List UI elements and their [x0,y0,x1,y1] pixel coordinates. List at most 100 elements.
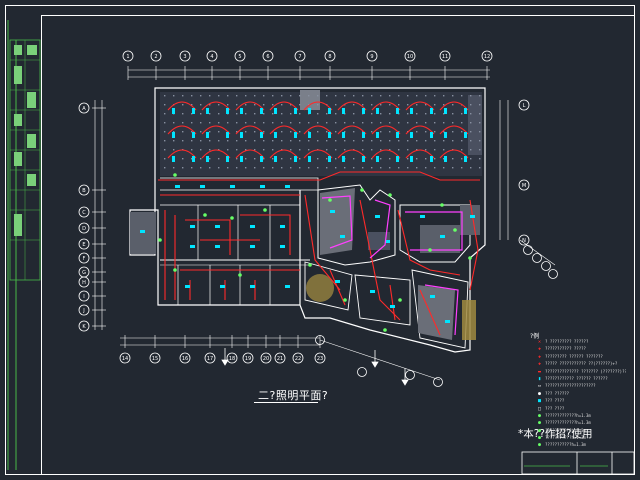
axis-bubble: 22 [292,352,304,364]
legend-item-label: ??????????? ????? [545,346,586,352]
axis-bubble: B [78,184,90,196]
axis-bubble: 21 [274,352,286,364]
legend-item: ● ???????????h=1.3m [536,441,626,448]
axis-bubble: 18 [226,352,238,364]
axis-bubble: 1 [122,50,134,62]
axis-bubble: C [78,206,90,218]
axis-bubble [541,261,551,271]
green-dot-icon: ● [537,420,541,427]
legend-item: ●??? ?????? [536,390,626,397]
axis-label: 3 [183,54,186,60]
axis-label: E [82,242,85,248]
legend-item-label: ????????? ?????? ??????? [545,353,603,359]
axis-bubble: 4 [206,50,218,62]
axis-label: 11 [442,54,448,60]
axis-bubble [433,377,443,387]
axis-label: 5 [238,54,241,60]
axis-bubble: 17 [204,352,216,364]
axis-bubble: 16 [179,352,191,364]
axis-bubble: J [78,304,90,316]
axis-bubble: M [518,179,530,191]
axis-bubble: E [78,238,90,250]
legend-item: ▬ ?????????????? ??????? (???????)????? [536,368,626,375]
legend-item: ✚ ??????????? ????? [536,345,626,352]
axis-bubble: 23 [314,352,326,364]
axis-bubble: 9 [366,50,378,62]
axis-label: 9 [370,54,373,60]
legend-list: ✕? ????????? ?????? ✚??????????? ????? ✚??… [536,338,626,449]
legend-item-label: ???????????h=1.3m [545,435,586,441]
red-cross-icon: ✚ [537,346,541,353]
legend-item: ✕? ????????? ?????? [536,338,626,345]
legend-item: ● ?????????????h=1.3m [536,412,626,419]
legend-item-label: ????? ??????????? ??(??????)+? [545,361,618,367]
legend-item: ● ?????????????h=1.3m [536,419,626,426]
axis-bubble [357,367,367,377]
axis-bubble: G [78,266,90,278]
axis-bubble [405,370,415,380]
red-dash-icon: ▬ [537,368,541,375]
axis-bubble: 2 [150,50,162,62]
axis-label: 2 [154,54,157,60]
title-block-bottom [521,451,635,475]
axis-bubble: F [78,252,90,264]
axis-bubble: 20 [260,352,272,364]
axis-label: K [82,324,86,330]
axis-bubble: 19 [242,352,254,364]
legend-item: □ ??? ???? [536,405,626,412]
legend-item-label: ?????????????h=1.3m [545,420,591,426]
axis-label: G [82,270,86,276]
axis-label: 4 [210,54,213,60]
axis-label: C [82,210,86,216]
axis-label: M [522,183,526,189]
axis-bubble: H [78,276,90,288]
axis-label: 19 [245,356,251,362]
axis-bubble: 8 [324,50,336,62]
axis-label: B [82,188,86,194]
axis-label: 20 [263,356,269,362]
axis-label: 12 [484,54,490,60]
floor-hatching [130,90,482,340]
legend-item-label: ??? ???? [545,398,565,404]
axis-bubble: 11 [439,50,451,62]
axis-bubble: 3 [179,50,191,62]
legend-item-label: ??? ???? [545,405,565,411]
green-dot-icon: ● [537,442,541,449]
white-box-icon: ▭ [537,383,541,390]
axis-label: H [82,280,86,286]
legend-item: ▮???????????? ?????? ?????? [536,375,626,382]
axis-bubble: 7 [294,50,306,62]
red-cross-icon: ✚ [537,361,541,368]
axis-bubble [548,269,558,279]
axis-bubble: I [78,290,90,302]
cyan-sq-icon: ■ [537,398,541,405]
axis-label: 16 [182,356,188,362]
legend-item-label: ??? ?????? [545,390,570,396]
title-block-left [9,39,41,281]
axis-bubble: K [78,320,90,332]
legend-item: ● ???????????h=1.3m [536,427,626,434]
axis-label: L [523,103,526,109]
axis-label: 6 [266,54,269,60]
axis-label: F [83,256,86,262]
legend-item-label: ???????????h=1.3m [545,442,586,448]
axis-label: 17 [207,356,213,362]
legend-item: ▭????????????????????? [536,382,626,389]
axis-bubble: 12 [481,50,493,62]
legend-item: ✚????????? ?????? ??????? [536,353,626,360]
legend-item-label: ?????????????h=1.3m [545,412,591,418]
axis-label: 23 [317,356,323,362]
axis-bubble: A [78,102,90,114]
legend-item-label: ???????????h=1.3m [545,427,586,433]
legend-item-label: ?????????????? ??????? (???????)????? [545,368,626,374]
axis-label: I [83,294,84,300]
axis-bubble: 14 [119,352,131,364]
axis-label: 21 [277,356,283,362]
axis-label: 7 [298,54,301,60]
legend-item: ■ ??? ???? [536,397,626,404]
axis-bubble [523,245,533,255]
axis-label: 1 [126,54,129,60]
axis-label: A [82,106,86,112]
legend-item-label: ???????????? ?????? ?????? [545,375,608,381]
axis-label: J [82,308,84,314]
